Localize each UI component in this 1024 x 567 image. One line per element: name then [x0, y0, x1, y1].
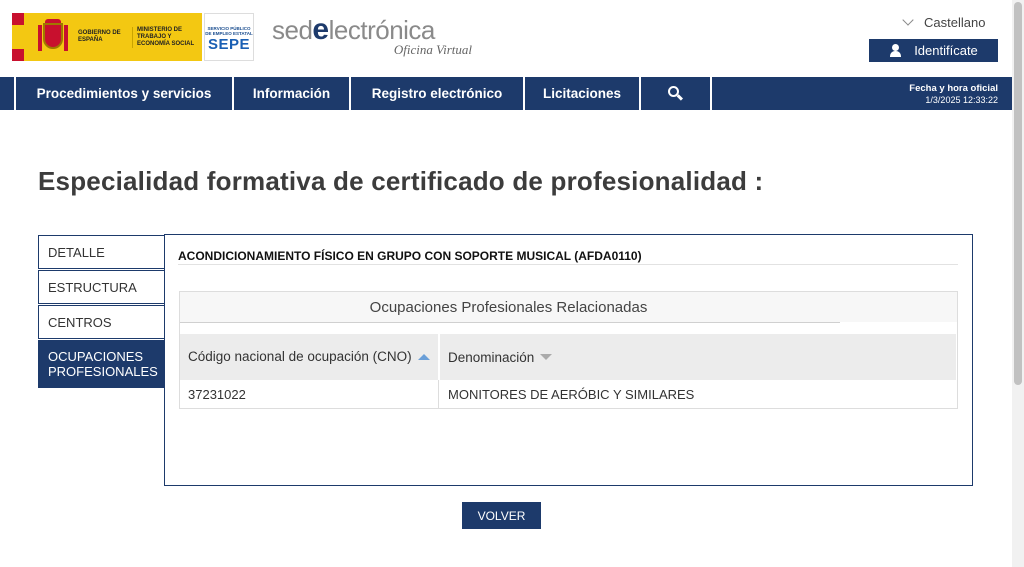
sede-e: e — [312, 13, 329, 46]
datetime-label: Fecha y hora oficial — [909, 83, 998, 94]
nav-licitaciones[interactable]: Licitaciones — [525, 77, 641, 110]
sede-electronica-logo[interactable]: sedelectrónica Oficina Virtual — [272, 13, 472, 60]
section-tabs: DETALLE ESTRUCTURA CENTROS OCUPACIONES P… — [38, 235, 165, 389]
tab-ocupaciones-profesionales[interactable]: OCUPACIONES PROFESIONALES — [38, 340, 165, 388]
sede-suffix: lectrónica — [328, 15, 436, 45]
identify-button[interactable]: Identifícate — [869, 39, 998, 62]
datetime-value: 1/3/2025 12:33:22 — [925, 95, 998, 105]
column-header-cno-label: Código nacional de ocupación (CNO) — [188, 349, 412, 364]
identify-label: Identifícate — [914, 43, 978, 58]
government-logo[interactable]: GOBIERNO DE ESPAÑA MINISTERIO DE TRABAJO… — [12, 13, 202, 61]
title-divider — [178, 264, 958, 265]
sort-ascending-icon[interactable] — [417, 354, 430, 361]
occupations-table: Ocupaciones Profesionales Relacionadas C… — [179, 291, 958, 409]
column-header-cno[interactable]: Código nacional de ocupación (CNO) — [180, 334, 439, 380]
column-header-denominacion[interactable]: Denominación — [440, 334, 957, 380]
tab-centros[interactable]: CENTROS — [38, 305, 165, 339]
sede-prefix: sed — [272, 15, 313, 45]
caption-divider — [180, 322, 840, 323]
nav-registro[interactable]: Registro electrónico — [351, 77, 525, 110]
search-icon — [668, 86, 684, 101]
scrollbar-thumb[interactable] — [1014, 2, 1022, 385]
sepe-name: SEPE — [207, 36, 251, 53]
column-header-denominacion-label: Denominación — [448, 349, 535, 365]
tab-detalle[interactable]: DETALLE — [38, 235, 165, 269]
back-button[interactable]: VOLVER — [462, 502, 541, 529]
nav-informacion[interactable]: Información — [234, 77, 351, 110]
table-cell-name: MONITORES DE AERÓBIC Y SIMILARES — [448, 386, 695, 402]
language-label: Castellano — [924, 14, 986, 30]
page-scrollbar[interactable] — [1012, 0, 1024, 567]
sepe-logo[interactable]: SERVICIO PÚBLICO DE EMPLEO ESTATAL SEPE — [204, 13, 254, 61]
nav-procedimientos[interactable]: Procedimientos y servicios — [14, 77, 234, 110]
chevron-down-icon — [902, 14, 914, 26]
sepe-subtitle: SERVICIO PÚBLICO DE EMPLEO ESTATAL — [205, 26, 253, 36]
coat-of-arms-icon — [38, 19, 68, 55]
site-header: GOBIERNO DE ESPAÑA MINISTERIO DE TRABAJO… — [0, 0, 1012, 78]
language-selector[interactable]: Castellano — [902, 13, 996, 31]
page-title: Especialidad formativa de certificado de… — [38, 166, 764, 196]
main-nav: Procedimientos y servicios Información R… — [0, 77, 1012, 110]
sort-descending-icon[interactable] — [540, 354, 553, 360]
specialty-title: ACONDICIONAMIENTO FÍSICO EN GRUPO CON SO… — [178, 249, 642, 263]
table-caption: Ocupaciones Profesionales Relacionadas — [180, 292, 957, 322]
table-cell-code: 37231022 — [180, 380, 439, 408]
ministry-label: MINISTERIO DE TRABAJO Y ECONOMÍA SOCIAL — [132, 26, 198, 48]
tab-estructura[interactable]: ESTRUCTURA — [38, 270, 165, 304]
nav-search-button[interactable] — [641, 77, 712, 110]
government-label: GOBIERNO DE ESPAÑA — [78, 30, 121, 43]
spain-flag-icon — [12, 13, 24, 61]
official-datetime: Fecha y hora oficial 1/3/2025 12:33:22 — [909, 83, 998, 106]
content-panel: ACONDICIONAMIENTO FÍSICO EN GRUPO CON SO… — [164, 234, 973, 486]
user-icon — [889, 44, 902, 57]
